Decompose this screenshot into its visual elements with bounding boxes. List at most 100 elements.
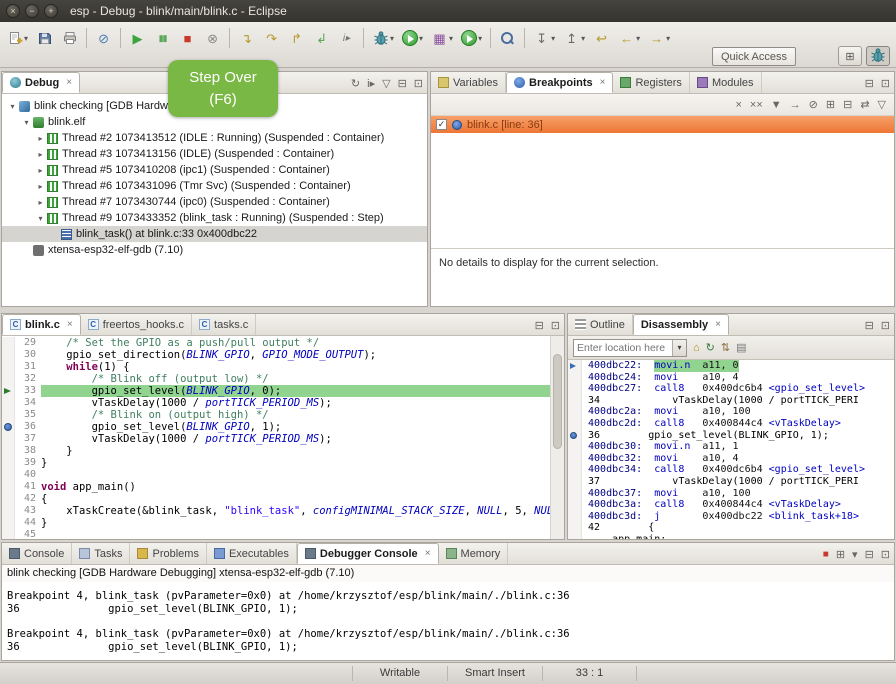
step-into-button[interactable]: ↴	[235, 28, 258, 49]
dropdown-arrow-icon[interactable]: ▾	[449, 34, 453, 43]
minimize-icon[interactable]: ⊟	[398, 77, 407, 90]
resume-button[interactable]: ▶	[126, 28, 149, 49]
minimize-icon[interactable]: ⊟	[865, 77, 874, 90]
debug-button[interactable]: ▾	[369, 28, 397, 49]
disassembly-line[interactable]: 34 vTaskDelay(1000 / portTICK_PERI	[568, 395, 894, 407]
tab-problems[interactable]: Problems	[130, 543, 206, 564]
debug-tree-item[interactable]: ▸Thread #2 1073413512 (IDLE : Running) (…	[2, 130, 427, 146]
maximize-icon[interactable]: ⊡	[881, 319, 890, 332]
refresh-icon[interactable]: ↻	[706, 341, 715, 354]
instruction-stepping-button[interactable]: i▸	[335, 28, 358, 49]
tab-tasks-c[interactable]: tasks.c	[192, 314, 256, 335]
code-editor[interactable]: 29 /* Set the GPIO as a push/pull output…	[2, 336, 550, 539]
code-line[interactable]: 44}	[2, 517, 550, 529]
disassembly-line[interactable]: 400dbc2d: call8 0x400844c4 <vTaskDelay>	[568, 418, 894, 430]
code-line[interactable]: 30 gpio_set_direction(BLINK_GPIO, GPIO_M…	[2, 349, 550, 361]
run-button[interactable]: ▾	[399, 28, 426, 48]
close-icon[interactable]: ×	[600, 77, 606, 88]
code-line[interactable]: 35 /* Blink on (output high) */	[2, 409, 550, 421]
disassembly-line[interactable]: 400dbc24: movi a10, 4	[568, 372, 894, 384]
instruction-mode-icon[interactable]: i▸	[367, 77, 375, 90]
external-tools-button[interactable]: ▾	[458, 28, 485, 48]
tree-twistie-icon[interactable]: ▸	[34, 134, 47, 143]
minimize-icon[interactable]: ⊟	[865, 319, 874, 332]
maximize-icon[interactable]: ⊡	[551, 319, 560, 332]
tab-freertos-hooks-c[interactable]: freertos_hooks.c	[81, 314, 192, 335]
print-button[interactable]	[58, 28, 81, 49]
code-line[interactable]: 41void app_main()	[2, 481, 550, 493]
debug-tree-item[interactable]: ▸Thread #6 1073431096 (Tmr Svc) (Suspend…	[2, 178, 427, 194]
open-console-icon[interactable]: ⊞	[836, 548, 845, 561]
disassembly-line[interactable]: 37 vTaskDelay(1000 / portTICK_PERI	[568, 476, 894, 488]
debug-tree-item[interactable]: ▸Thread #7 1073430744 (ipc0) (Suspended …	[2, 194, 427, 210]
save-button[interactable]	[33, 28, 56, 49]
tree-twistie-icon[interactable]: ▾	[6, 102, 19, 111]
code-line[interactable]: 45	[2, 529, 550, 539]
debug-perspective-button[interactable]	[866, 46, 890, 66]
dropdown-arrow-icon[interactable]: ▾	[478, 34, 482, 43]
tree-twistie-icon[interactable]: ▾	[20, 118, 33, 127]
remove-all-breakpoints-icon[interactable]: ××	[750, 99, 763, 111]
location-input[interactable]	[574, 340, 672, 356]
location-dropdown-icon[interactable]: ▾	[672, 340, 686, 356]
code-line[interactable]: 37 vTaskDelay(1000 / portTICK_PERIOD_MS)…	[2, 433, 550, 445]
debug-tree-item[interactable]: ▸Thread #3 1073413156 (IDLE) (Suspended …	[2, 146, 427, 162]
sync-selection-icon[interactable]: ⇅	[721, 341, 730, 354]
tab-memory[interactable]: Memory	[439, 543, 509, 564]
breakpoints-menu-icon[interactable]: ▽	[878, 98, 886, 111]
tab-debugger-console[interactable]: Debugger Console ×	[297, 543, 439, 564]
restart-icon[interactable]: ↻	[351, 77, 360, 90]
tab-registers[interactable]: Registers	[613, 72, 689, 93]
editor-scrollbar[interactable]	[550, 336, 564, 539]
suspend-button[interactable]: ▮▮	[151, 28, 174, 49]
disassembly-line[interactable]: 42 {	[568, 522, 894, 534]
tab-debug[interactable]: Debug ×	[2, 72, 80, 93]
show-source-icon[interactable]: ▤	[736, 341, 746, 354]
terminate-button[interactable]: ■	[176, 28, 199, 49]
disassembly-content[interactable]: 400dbc22: movi.n a11, 0 400dbc24: movi a…	[568, 360, 894, 539]
code-line[interactable]: 29 /* Set the GPIO as a push/pull output…	[2, 337, 550, 349]
disassembly-line[interactable]: 36 gpio_set_level(BLINK_GPIO, 1);	[568, 430, 894, 442]
tree-twistie-icon[interactable]: ▸	[34, 182, 47, 191]
display-console-icon[interactable]: ▾	[852, 548, 858, 561]
window-close-button[interactable]: ×	[6, 4, 20, 18]
link-with-debug-icon[interactable]: ⇄	[860, 98, 869, 111]
breakpoint-checkbox[interactable]: ✓	[436, 119, 447, 130]
disassembly-line[interactable]: 400dbc37: movi a10, 100	[568, 488, 894, 500]
tab-blink-c[interactable]: blink.c ×	[2, 314, 81, 335]
previous-annotation-button[interactable]: ↥▾	[560, 28, 588, 49]
quick-access-button[interactable]: Quick Access	[712, 47, 796, 66]
breakpoint-icon[interactable]	[4, 423, 12, 431]
minimize-icon[interactable]: ⊟	[535, 319, 544, 332]
coverage-button[interactable]: ▦▾	[428, 28, 456, 49]
disconnect-button[interactable]: ⊗	[201, 28, 224, 49]
tab-variables[interactable]: Variables	[431, 72, 506, 93]
remove-breakpoint-icon[interactable]: ×	[735, 99, 741, 111]
disassembly-line[interactable]: 400dbc30: movi.n a11, 1	[568, 441, 894, 453]
maximize-icon[interactable]: ⊡	[881, 548, 890, 561]
debug-tree-item[interactable]: ▾Thread #9 1073433352 (blink_task : Runn…	[2, 210, 427, 226]
window-minimize-button[interactable]: −	[25, 4, 39, 18]
step-over-button[interactable]: ↷	[260, 28, 283, 49]
disassembly-line[interactable]: app_main:	[568, 534, 894, 539]
expand-all-icon[interactable]: ⊞	[826, 98, 835, 111]
disassembly-line[interactable]: 400dbc34: call8 0x400dc6b4 <gpio_set_lev…	[568, 464, 894, 476]
skip-all-breakpoints-button[interactable]: ⊘	[92, 28, 115, 49]
code-line[interactable]: 36 gpio_set_level(BLINK_GPIO, 1);	[2, 421, 550, 433]
code-line[interactable]: 31 while(1) {	[2, 361, 550, 373]
dropdown-arrow-icon[interactable]: ▾	[636, 34, 640, 43]
forward-button[interactable]: →▾	[645, 28, 673, 49]
code-line[interactable]: 34 vTaskDelay(1000 / portTICK_PERIOD_MS)…	[2, 397, 550, 409]
tab-outline[interactable]: Outline	[568, 314, 633, 335]
code-line[interactable]: 39}	[2, 457, 550, 469]
show-breakpoints-filter-icon[interactable]: ▼	[771, 99, 782, 111]
scrollbar-thumb[interactable]	[553, 354, 562, 449]
disassembly-line[interactable]: 400dbc3d: j 0x400dbc22 <blink_task+18>	[568, 511, 894, 523]
window-maximize-button[interactable]: +	[44, 4, 58, 18]
close-icon[interactable]: ×	[715, 319, 721, 330]
step-return-button[interactable]: ↱	[285, 28, 308, 49]
dropdown-arrow-icon[interactable]: ▾	[581, 34, 585, 43]
disassembly-line[interactable]: 400dbc32: movi a10, 4	[568, 453, 894, 465]
home-icon[interactable]: ⌂	[693, 342, 700, 354]
tree-twistie-icon[interactable]: ▾	[34, 214, 47, 223]
